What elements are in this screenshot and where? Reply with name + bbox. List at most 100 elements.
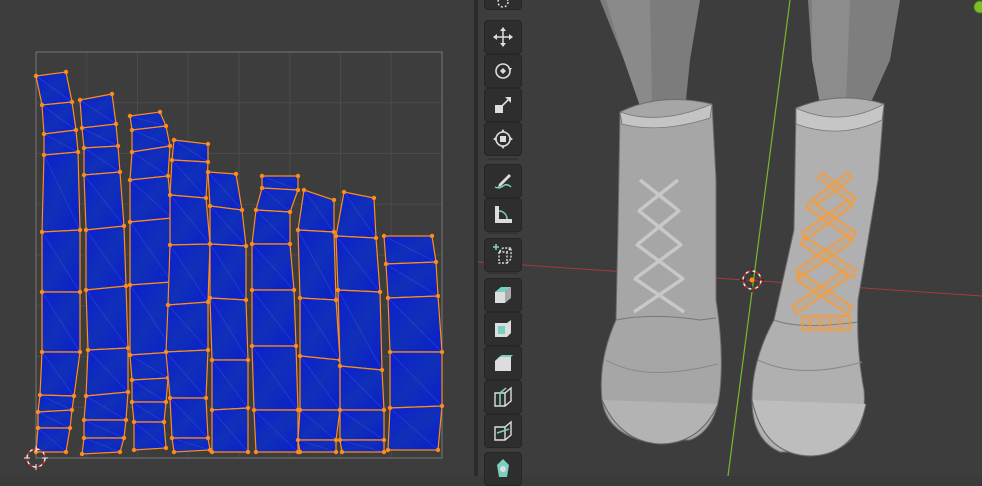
uv-vertex[interactable] bbox=[301, 187, 307, 193]
uv-vertex[interactable] bbox=[297, 353, 303, 359]
uv-vertex[interactable] bbox=[259, 185, 265, 191]
uv-face[interactable] bbox=[81, 437, 125, 455]
uv-vertex[interactable] bbox=[63, 69, 69, 75]
uv-vertex[interactable] bbox=[251, 407, 257, 413]
uv-vertex[interactable] bbox=[331, 197, 337, 203]
uv-vertex[interactable] bbox=[131, 419, 137, 425]
uv-vertex[interactable] bbox=[77, 227, 83, 233]
uv-vertex[interactable] bbox=[339, 449, 345, 455]
uv-vertex[interactable] bbox=[333, 233, 339, 239]
uv-face[interactable] bbox=[37, 409, 73, 429]
uv-face[interactable] bbox=[335, 191, 377, 239]
uv-vertex[interactable] bbox=[163, 123, 169, 129]
viewport-canvas[interactable] bbox=[478, 0, 982, 476]
uv-vertex[interactable] bbox=[373, 235, 379, 241]
uv-vertex[interactable] bbox=[121, 223, 127, 229]
uv-vertex[interactable] bbox=[129, 127, 135, 133]
uv-face[interactable] bbox=[83, 145, 121, 176]
uv-vertex[interactable] bbox=[129, 377, 135, 383]
uv-vertex[interactable] bbox=[115, 143, 121, 149]
uv-vertex[interactable] bbox=[207, 203, 213, 209]
uv-face[interactable] bbox=[85, 285, 129, 351]
uv-vertex[interactable] bbox=[253, 449, 259, 455]
uv-vertex[interactable] bbox=[127, 113, 133, 119]
uv-vertex[interactable] bbox=[337, 407, 343, 413]
uv-vertex[interactable] bbox=[385, 295, 391, 301]
uv-island[interactable] bbox=[205, 169, 251, 455]
uv-vertex[interactable] bbox=[381, 407, 387, 413]
uv-vertex[interactable] bbox=[117, 169, 123, 175]
uv-vertex[interactable] bbox=[125, 389, 131, 395]
uv-vertex[interactable] bbox=[39, 102, 45, 108]
uv-vertex[interactable] bbox=[233, 171, 239, 177]
uv-vertex[interactable] bbox=[249, 287, 255, 293]
uv-vertex[interactable] bbox=[245, 357, 251, 363]
uv-vertex[interactable] bbox=[209, 357, 215, 363]
uv-vertex[interactable] bbox=[295, 227, 301, 233]
measure-tool[interactable] bbox=[484, 198, 522, 232]
uv-vertex[interactable] bbox=[209, 407, 215, 413]
uv-vertex[interactable] bbox=[117, 449, 123, 455]
annotate-tool[interactable] bbox=[484, 164, 522, 198]
uv-vertex[interactable] bbox=[379, 367, 385, 373]
uv-vertex[interactable] bbox=[295, 187, 301, 193]
uv-vertex[interactable] bbox=[127, 219, 133, 225]
uv-vertex[interactable] bbox=[69, 99, 75, 105]
uv-vertex[interactable] bbox=[131, 447, 137, 453]
right-boot[interactable] bbox=[751, 97, 885, 457]
uv-island[interactable] bbox=[295, 187, 343, 455]
uv-vertex[interactable] bbox=[81, 145, 87, 151]
uv-vertex[interactable] bbox=[205, 435, 211, 441]
uv-vertex[interactable] bbox=[69, 407, 75, 413]
uv-vertex[interactable] bbox=[371, 195, 377, 201]
uv-vertex[interactable] bbox=[33, 73, 39, 79]
uv-vertex[interactable] bbox=[35, 425, 41, 431]
uv-island[interactable] bbox=[77, 91, 131, 457]
uv-vertex[interactable] bbox=[341, 189, 347, 195]
uv-vertex[interactable] bbox=[297, 407, 303, 413]
uv-vertex[interactable] bbox=[207, 295, 213, 301]
uv-vertex[interactable] bbox=[387, 349, 393, 355]
uv-vertex[interactable] bbox=[245, 405, 251, 411]
scale-tool[interactable] bbox=[484, 88, 522, 122]
uv-face[interactable] bbox=[79, 93, 117, 129]
uv-vertex[interactable] bbox=[83, 287, 89, 293]
uv-vertex[interactable] bbox=[333, 437, 339, 443]
uv-island[interactable] bbox=[333, 189, 387, 455]
uv-vertex[interactable] bbox=[335, 287, 341, 293]
uv-vertex[interactable] bbox=[243, 297, 249, 303]
uv-face[interactable] bbox=[85, 347, 129, 397]
uv-vertex[interactable] bbox=[287, 209, 293, 215]
uv-vertex[interactable] bbox=[77, 349, 83, 355]
uv-vertex[interactable] bbox=[161, 419, 167, 425]
uv-vertex[interactable] bbox=[165, 173, 171, 179]
uv-vertex[interactable] bbox=[79, 125, 85, 131]
uv-vertex[interactable] bbox=[243, 243, 249, 249]
uv-island[interactable] bbox=[249, 173, 301, 455]
3d-viewport[interactable] bbox=[478, 0, 982, 476]
uv-face[interactable] bbox=[41, 151, 81, 233]
uv-vertex[interactable] bbox=[259, 173, 265, 179]
navigation-gizmo-y-icon[interactable] bbox=[968, 0, 982, 16]
cursor-tool[interactable] bbox=[484, 0, 522, 10]
uv-vertex[interactable] bbox=[63, 449, 69, 455]
uv-vertex[interactable] bbox=[127, 177, 133, 183]
uv-vertex[interactable] bbox=[163, 445, 169, 451]
uv-vertex[interactable] bbox=[381, 233, 387, 239]
uv-vertex[interactable] bbox=[205, 347, 211, 353]
uv-vertex[interactable] bbox=[385, 447, 391, 453]
uv-vertex[interactable] bbox=[295, 173, 301, 179]
uv-vertex[interactable] bbox=[171, 449, 177, 455]
knife-tool[interactable] bbox=[484, 414, 522, 448]
rotate-tool[interactable] bbox=[484, 54, 522, 88]
uv-vertex[interactable] bbox=[249, 343, 255, 349]
uv-vertex[interactable] bbox=[113, 121, 119, 127]
uv-vertex[interactable] bbox=[387, 405, 393, 411]
uv-vertex[interactable] bbox=[167, 192, 173, 198]
uv-vertex[interactable] bbox=[39, 289, 45, 295]
uv-island[interactable] bbox=[381, 233, 445, 453]
uv-vertex[interactable] bbox=[381, 449, 387, 455]
uv-vertex[interactable] bbox=[253, 207, 259, 213]
uv-vertex[interactable] bbox=[383, 261, 389, 267]
uv-editor[interactable] bbox=[0, 0, 474, 476]
